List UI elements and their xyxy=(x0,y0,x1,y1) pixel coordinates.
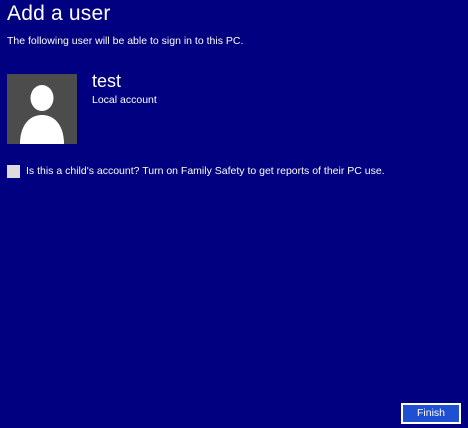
child-account-checkbox[interactable] xyxy=(7,165,20,178)
account-type: Local account xyxy=(92,94,157,106)
user-name: test xyxy=(92,71,122,91)
page-subtitle: The following user will be able to sign … xyxy=(7,35,244,47)
child-account-option[interactable]: Is this a child's account? Turn on Famil… xyxy=(7,165,385,178)
page-title: Add a user xyxy=(7,2,111,25)
user-silhouette-icon xyxy=(20,85,64,144)
finish-button[interactable]: Finish xyxy=(401,403,461,424)
avatar xyxy=(7,74,77,144)
child-account-label: Is this a child's account? Turn on Famil… xyxy=(26,165,385,177)
